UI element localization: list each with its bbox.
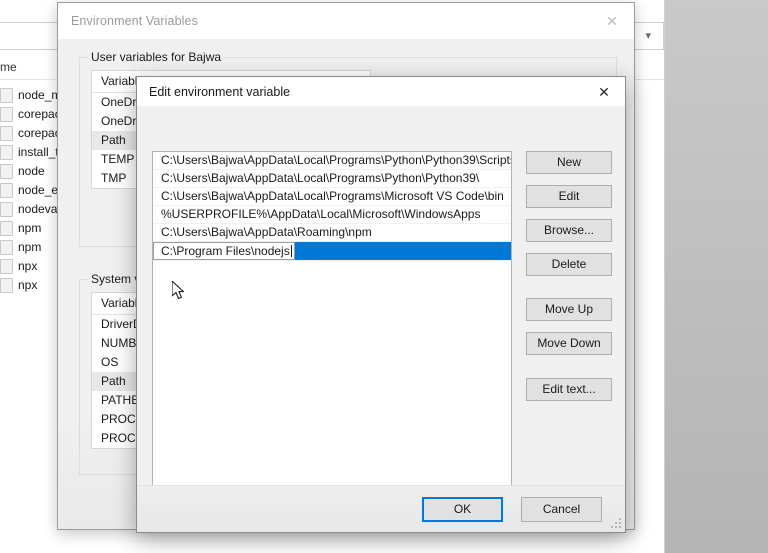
close-icon[interactable]: ✕ (583, 77, 625, 106)
edit-environment-variable-dialog[interactable]: Edit environment variable ✕ C:\Users\Baj… (136, 76, 626, 533)
file-icon (0, 164, 13, 179)
close-icon[interactable]: ✕ (590, 3, 634, 39)
ok-button[interactable]: OK (422, 497, 503, 522)
list-item[interactable]: C:\Users\Bajwa\AppData\Local\Programs\Py… (153, 170, 511, 188)
file-icon (0, 145, 13, 160)
dialog-title: Edit environment variable (149, 84, 291, 99)
file-icon (0, 221, 13, 236)
environment-variables-titlebar[interactable]: Environment Variables ✕ (58, 3, 634, 40)
file-name: npx (18, 259, 38, 273)
edit-dialog-body: C:\Users\Bajwa\AppData\Local\Programs\Py… (137, 106, 625, 504)
delete-button[interactable]: Delete (526, 253, 612, 276)
path-entry-input-value: C:\Program Files\nodejs (161, 244, 290, 258)
edit-dialog-titlebar[interactable]: Edit environment variable ✕ (137, 77, 625, 107)
list-item[interactable]: C:\Users\Bajwa\AppData\Local\Programs\Mi… (153, 188, 511, 206)
file-icon (0, 278, 13, 293)
user-variables-label: User variables for Bajwa (87, 50, 226, 64)
path-entry-edit-row[interactable]: C:\Program Files\nodejs (153, 242, 511, 261)
cancel-button[interactable]: Cancel (521, 497, 602, 522)
chevron-down-icon[interactable]: ▾ (645, 30, 655, 42)
edit-text-button[interactable]: Edit text... (526, 378, 612, 401)
file-name: npm (18, 221, 42, 235)
path-actions-panel: New Edit Browse... Delete Move Up Move D… (526, 151, 612, 412)
path-entry-input[interactable]: C:\Program Files\nodejs (153, 242, 295, 260)
file-icon (0, 88, 13, 103)
file-name: npx (18, 278, 38, 292)
window-title: Environment Variables (71, 14, 198, 28)
file-name: node (18, 164, 45, 178)
file-icon (0, 183, 13, 198)
path-entries-list[interactable]: C:\Users\Bajwa\AppData\Local\Programs\Py… (152, 151, 512, 504)
file-icon (0, 126, 13, 141)
list-item[interactable]: C:\Users\Bajwa\AppData\Roaming\npm (153, 224, 511, 242)
browse-button[interactable]: Browse... (526, 219, 612, 242)
resize-grip-icon[interactable] (611, 518, 622, 529)
move-down-button[interactable]: Move Down (526, 332, 612, 355)
file-name: npm (18, 240, 42, 254)
file-icon (0, 107, 13, 122)
move-up-button[interactable]: Move Up (526, 298, 612, 321)
list-item[interactable]: %USERPROFILE%\AppData\Local\Microsoft\Wi… (153, 206, 511, 224)
file-icon (0, 259, 13, 274)
new-button[interactable]: New (526, 151, 612, 174)
file-icon (0, 202, 13, 217)
text-caret (290, 245, 292, 257)
edit-dialog-footer: OK Cancel (137, 485, 625, 532)
list-item[interactable]: C:\Users\Bajwa\AppData\Local\Programs\Py… (153, 152, 511, 170)
file-icon (0, 240, 13, 255)
edit-button[interactable]: Edit (526, 185, 612, 208)
